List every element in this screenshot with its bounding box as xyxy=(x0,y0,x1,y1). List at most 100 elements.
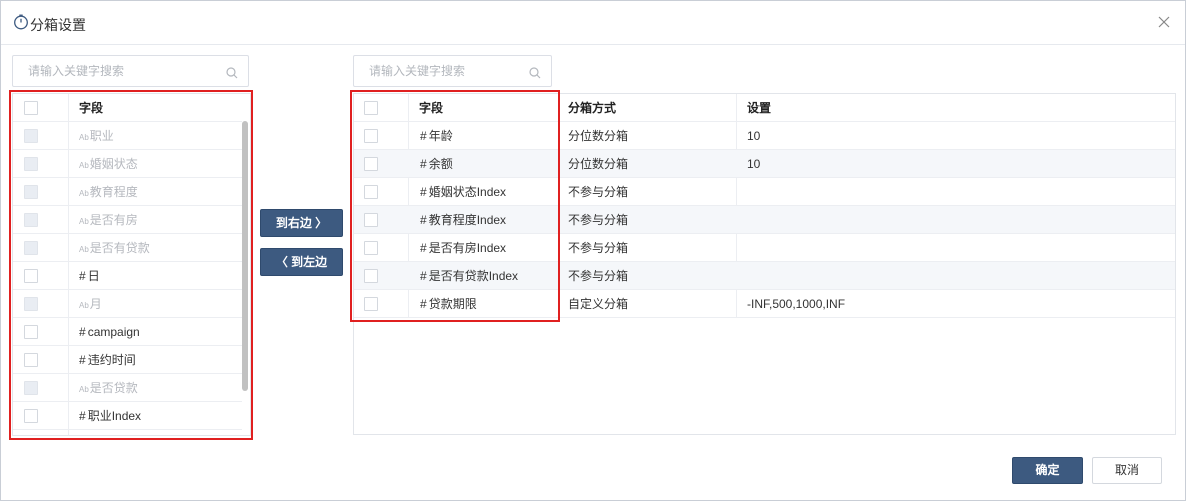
number-type-icon: # xyxy=(79,325,86,339)
text-type-icon: Ab xyxy=(79,245,89,254)
row-checkbox[interactable] xyxy=(364,297,378,311)
left-search-input[interactable] xyxy=(13,56,248,86)
table-row[interactable]: # 是否有贷款Index 不参与分箱 xyxy=(354,262,1175,290)
row-checkbox[interactable] xyxy=(364,185,378,199)
select-all-checkbox[interactable] xyxy=(24,101,38,115)
text-type-icon: Ab xyxy=(79,189,89,198)
row-checkbox[interactable] xyxy=(24,325,38,339)
binning-settings-dialog: 分箱设置 字段 Ab职业Ab婚姻状态Ab教育程度Ab是否有房Ab是否有贷款#日A… xyxy=(0,0,1186,501)
binning-setting-cell[interactable]: 10 xyxy=(747,150,760,178)
binning-method-cell[interactable]: 不参与分箱 xyxy=(568,262,628,290)
field-name: 违约时间 xyxy=(87,353,136,367)
timer-icon xyxy=(14,14,28,30)
binning-method-cell[interactable]: 分位数分箱 xyxy=(568,122,628,150)
binning-method-cell[interactable]: 分位数分箱 xyxy=(568,150,628,178)
move-to-right-button[interactable]: 到右边 〉 xyxy=(260,209,343,237)
list-item: Ab月 xyxy=(13,290,242,318)
number-type-icon: # xyxy=(420,185,427,199)
field-name: campaign xyxy=(87,325,140,339)
field-name: 婚姻状态Index xyxy=(428,185,507,199)
confirm-button[interactable]: 确定 xyxy=(1012,457,1083,484)
search-icon[interactable] xyxy=(529,67,541,79)
row-checkbox[interactable] xyxy=(24,409,38,423)
right-search-box xyxy=(353,55,552,87)
field-label: # 违约时间 xyxy=(79,346,136,374)
left-header-row: 字段 xyxy=(13,94,242,122)
row-checkbox[interactable] xyxy=(24,269,38,283)
number-type-icon: # xyxy=(420,241,427,255)
field-cell: # 婚姻状态Index xyxy=(420,178,506,206)
table-row[interactable]: # 余额 分位数分箱 10 xyxy=(354,150,1175,178)
row-checkbox[interactable] xyxy=(364,241,378,255)
search-icon[interactable] xyxy=(226,67,238,79)
field-cell: # 教育程度Index xyxy=(420,206,506,234)
table-row[interactable]: # 年龄 分位数分箱 10 xyxy=(354,122,1175,150)
binning-setting-cell[interactable]: 10 xyxy=(747,122,760,150)
left-search-box xyxy=(12,55,249,87)
field-label: Ab教育程度 xyxy=(79,178,138,206)
list-item: Ab是否有房 xyxy=(13,206,242,234)
binning-setting-cell[interactable]: -INF,500,1000,INF xyxy=(747,290,845,318)
close-icon[interactable] xyxy=(1155,13,1173,31)
cancel-button[interactable]: 取消 xyxy=(1092,457,1162,484)
text-type-icon: Ab xyxy=(79,301,89,310)
binning-method-cell[interactable]: 不参与分箱 xyxy=(568,234,628,262)
field-cell: # 贷款期限 xyxy=(420,290,477,318)
right-header-method: 分箱方式 xyxy=(568,101,617,115)
field-name: 教育程度Index xyxy=(428,213,507,227)
number-type-icon: # xyxy=(420,269,427,283)
row-checkbox xyxy=(24,185,38,199)
field-name: 月 xyxy=(89,297,102,311)
row-checkbox xyxy=(24,381,38,395)
row-checkbox xyxy=(24,157,38,171)
list-item[interactable]: # 违约时间 xyxy=(13,346,242,374)
field-name: 日 xyxy=(87,269,100,283)
binning-method-cell[interactable]: 不参与分箱 xyxy=(568,178,628,206)
left-scrollbar-thumb[interactable] xyxy=(242,121,248,391)
number-type-icon: # xyxy=(420,157,427,171)
table-row[interactable]: # 是否有房Index 不参与分箱 xyxy=(354,234,1175,262)
field-name: 余额 xyxy=(428,157,453,171)
binning-method-cell[interactable]: 自定义分箱 xyxy=(568,290,628,318)
list-item: Ab婚姻状态 xyxy=(13,150,242,178)
right-search-input[interactable] xyxy=(354,56,551,86)
dialog-titlebar: 分箱设置 xyxy=(1,1,1185,45)
text-type-icon: Ab xyxy=(79,385,89,394)
select-all-checkbox[interactable] xyxy=(364,101,378,115)
number-type-icon: # xyxy=(420,129,427,143)
table-row[interactable]: # 贷款期限 自定义分箱 -INF,500,1000,INF xyxy=(354,290,1175,318)
number-type-icon: # xyxy=(79,353,86,367)
field-label: Ab是否有贷款 xyxy=(79,234,150,262)
binning-method-cell[interactable]: 不参与分箱 xyxy=(568,206,628,234)
row-checkbox[interactable] xyxy=(364,129,378,143)
list-item[interactable]: # 日 xyxy=(13,262,242,290)
row-checkbox[interactable] xyxy=(24,353,38,367)
list-item: Ab教育程度 xyxy=(13,178,242,206)
field-label: # campaign xyxy=(79,318,140,346)
table-row[interactable]: # 教育程度Index 不参与分箱 xyxy=(354,206,1175,234)
list-item[interactable]: # 职业Index xyxy=(13,402,242,430)
right-header-setting: 设置 xyxy=(747,101,772,115)
text-type-icon: Ab xyxy=(79,161,89,170)
row-checkbox[interactable] xyxy=(364,269,378,283)
move-to-left-button[interactable]: 〈 到左边 xyxy=(260,248,343,276)
row-checkbox xyxy=(24,129,38,143)
field-label: # 职业Index xyxy=(79,402,141,430)
field-label: # 日 xyxy=(79,262,100,290)
table-row[interactable]: # 婚姻状态Index 不参与分箱 xyxy=(354,178,1175,206)
field-name: 是否有贷款 xyxy=(89,241,150,255)
field-name: 职业Index xyxy=(87,409,142,423)
left-field-list: 字段 Ab职业 Ab婚姻状态 Ab教育程度 Ab是否有房 Ab是否有贷款 # 日 Ab月 # ca… xyxy=(12,93,251,436)
row-checkbox[interactable] xyxy=(364,157,378,171)
row-checkbox xyxy=(24,241,38,255)
row-checkbox[interactable] xyxy=(364,213,378,227)
field-name: 是否有房 xyxy=(89,213,138,227)
field-name: 是否有贷款Index xyxy=(428,269,519,283)
text-type-icon: Ab xyxy=(79,133,89,142)
field-label: Ab是否贷款 xyxy=(79,374,138,402)
field-name: 婚姻状态 xyxy=(89,157,138,171)
list-item[interactable]: # campaign xyxy=(13,318,242,346)
right-binning-table: 字段 分箱方式 设置 # 年龄 分位数分箱 10 # 余额 分位数分箱 10 # 婚姻状态Inde… xyxy=(353,93,1176,435)
field-label: Ab月 xyxy=(79,290,102,318)
number-type-icon: # xyxy=(79,269,86,283)
